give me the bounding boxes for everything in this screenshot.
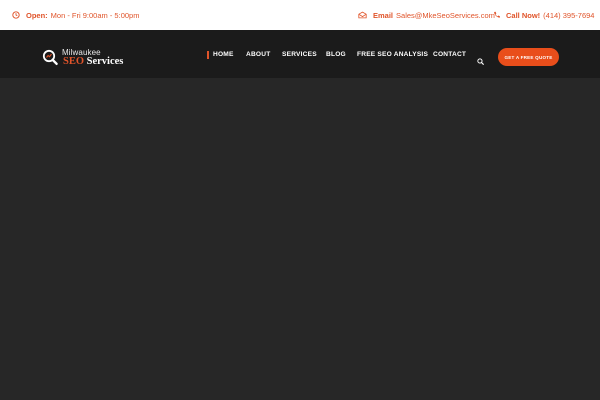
hours-label: Open: bbox=[26, 10, 48, 20]
get-quote-button[interactable]: GET A FREE QUOTE bbox=[498, 48, 559, 66]
hours-value: Mon - Fri 9:00am - 5:00pm bbox=[50, 10, 140, 20]
nav-item-free-seo-analysis[interactable]: FREE SEO ANALYSIS bbox=[357, 50, 428, 60]
nav-item-blog[interactable]: BLOG bbox=[326, 50, 346, 60]
main-nav: HOME ABOUT SERVICES BLOG FREE SEO ANALYS… bbox=[0, 30, 600, 78]
email-link[interactable]: Sales@MkeSeoServices.com bbox=[396, 11, 495, 20]
site-header: Milwaukee SEO Services HOME ABOUT SERVIC… bbox=[0, 30, 600, 78]
phone-link[interactable]: (414) 395-7694 bbox=[543, 11, 594, 20]
nav-item-about[interactable]: ABOUT bbox=[246, 50, 270, 60]
clock-icon bbox=[12, 11, 20, 19]
top-info-bar: Open: Mon - Fri 9:00am - 5:00pm Email Sa… bbox=[0, 0, 600, 30]
nav-item-home[interactable]: HOME bbox=[213, 50, 234, 60]
email-label: Email bbox=[373, 10, 394, 20]
hero-section bbox=[0, 78, 600, 400]
call-label: Call Now! bbox=[506, 10, 541, 20]
search-icon[interactable] bbox=[477, 52, 484, 70]
nav-item-services[interactable]: SERVICES bbox=[282, 50, 317, 60]
phone-icon bbox=[493, 11, 500, 19]
nav-active-indicator bbox=[207, 51, 209, 59]
phone-contact[interactable]: Call Now! (414) 395-7694 bbox=[493, 0, 594, 30]
nav-item-contact[interactable]: CONTACT bbox=[433, 50, 466, 60]
email-contact[interactable]: Email Sales@MkeSeoServices.com bbox=[358, 0, 495, 30]
envelope-icon bbox=[358, 11, 367, 19]
business-hours: Open: Mon - Fri 9:00am - 5:00pm bbox=[12, 0, 139, 30]
